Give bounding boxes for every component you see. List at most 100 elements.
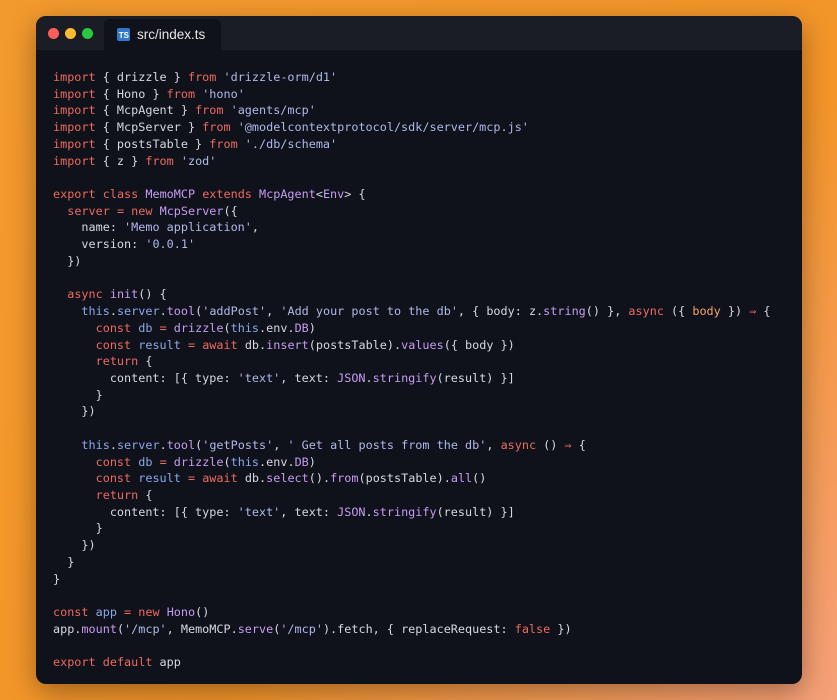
code-token: server <box>116 437 160 452</box>
code-token: () { <box>138 287 167 302</box>
code-token: , <box>273 437 288 452</box>
code-token: '0.0.1' <box>145 237 196 252</box>
code-token: '@modelcontextprotocol/sdk/server/mcp.js… <box>237 120 529 135</box>
code-line: app.mount('/mcp', MemoMCP.serve('/mcp').… <box>53 621 794 638</box>
code-token: DB <box>294 320 309 335</box>
code-token: }) <box>53 253 82 268</box>
code-token: }) <box>53 404 96 419</box>
code-line: }) <box>53 403 794 420</box>
code-token: (result) }] <box>436 504 515 519</box>
code-token: DB <box>294 454 309 469</box>
code-token: (postsTable). <box>358 471 451 486</box>
code-token: serve <box>237 621 274 636</box>
code-token: db. <box>237 337 267 352</box>
code-token: const <box>95 454 132 469</box>
close-window-button[interactable] <box>48 28 59 39</box>
code-token: false <box>514 621 551 636</box>
code-token: stringify <box>372 370 437 385</box>
code-token: }) <box>720 304 750 319</box>
code-token: ( <box>223 454 231 469</box>
code-line: } <box>53 571 794 588</box>
code-token: version: <box>53 237 146 252</box>
code-token: . <box>109 304 117 319</box>
code-token: } <box>53 387 103 402</box>
code-token: extends <box>202 187 252 202</box>
code-token: server <box>116 304 160 319</box>
code-token: } <box>53 521 103 536</box>
code-line: this.server.tool('getPosts', ' Get all p… <box>53 437 794 454</box>
code-token: { <box>756 304 771 319</box>
code-token: tool <box>166 437 196 452</box>
code-token: return <box>95 354 139 369</box>
code-line: }) <box>53 253 794 270</box>
code-area[interactable]: import { drizzle } from 'drizzle-orm/d1'… <box>53 69 794 671</box>
code-token: Hono <box>166 605 196 619</box>
code-token: }) <box>53 538 96 553</box>
code-token: result <box>138 337 181 352</box>
code-token: () <box>536 437 565 452</box>
code-token: } <box>53 554 75 569</box>
code-token: async <box>67 287 103 302</box>
code-line: export default app <box>53 654 794 671</box>
code-token: drizzle <box>173 320 224 335</box>
code-token: select <box>266 471 309 486</box>
code-token: content: [{ type: <box>53 504 238 519</box>
code-token: (result) }] <box>436 370 515 385</box>
code-token: () <box>472 471 487 486</box>
code-token: , text: <box>280 504 338 519</box>
code-token: McpServer <box>159 203 224 218</box>
code-token: from <box>209 136 238 151</box>
code-token: mount <box>81 621 117 636</box>
code-token: Env <box>322 187 345 202</box>
code-token: body <box>692 304 721 319</box>
code-token: 'getPosts' <box>202 437 274 452</box>
code-token: . <box>365 370 373 385</box>
code-token: (postsTable). <box>308 337 402 352</box>
code-token: JSON <box>337 504 366 519</box>
code-token: app <box>152 655 181 670</box>
code-token: , <box>266 304 281 319</box>
code-token: 'Memo application' <box>124 220 252 235</box>
code-token: = <box>159 454 167 469</box>
code-token: export <box>53 187 96 202</box>
tab-src-index-ts[interactable]: TS src/index.ts <box>104 19 221 50</box>
code-token: from <box>166 86 196 101</box>
code-token: . <box>159 437 167 452</box>
code-token: db <box>138 454 153 469</box>
minimize-window-button[interactable] <box>65 28 76 39</box>
code-line: import { McpAgent } from 'agents/mcp' <box>53 102 794 119</box>
code-line: } <box>53 387 794 404</box>
code-token: ({ <box>223 203 238 218</box>
code-token: import <box>53 86 96 101</box>
code-token: 'text' <box>237 370 281 385</box>
maximize-window-button[interactable] <box>82 28 93 39</box>
code-token: .env. <box>259 454 295 469</box>
code-token: '/mcp' <box>280 621 323 636</box>
code-token: MemoMCP <box>145 187 196 202</box>
code-line: name: 'Memo application', <box>53 219 794 236</box>
code-token: 'text' <box>237 504 281 519</box>
tab-label: src/index.ts <box>137 27 206 42</box>
code-token: { <box>571 437 586 452</box>
code-line: export class MemoMCP extends McpAgent<En… <box>53 186 794 203</box>
code-token: ).fetch, { replaceRequest: <box>322 621 515 636</box>
code-token: app. <box>53 621 82 636</box>
code-token: tool <box>166 304 196 319</box>
code-token: new <box>138 605 160 619</box>
code-token: import <box>53 103 96 118</box>
code-token: insert <box>266 337 309 352</box>
code-token: = <box>159 320 167 335</box>
code-token: './db/schema' <box>244 136 338 151</box>
code-token: from <box>202 120 231 135</box>
code-token: ⇒ <box>564 437 572 452</box>
